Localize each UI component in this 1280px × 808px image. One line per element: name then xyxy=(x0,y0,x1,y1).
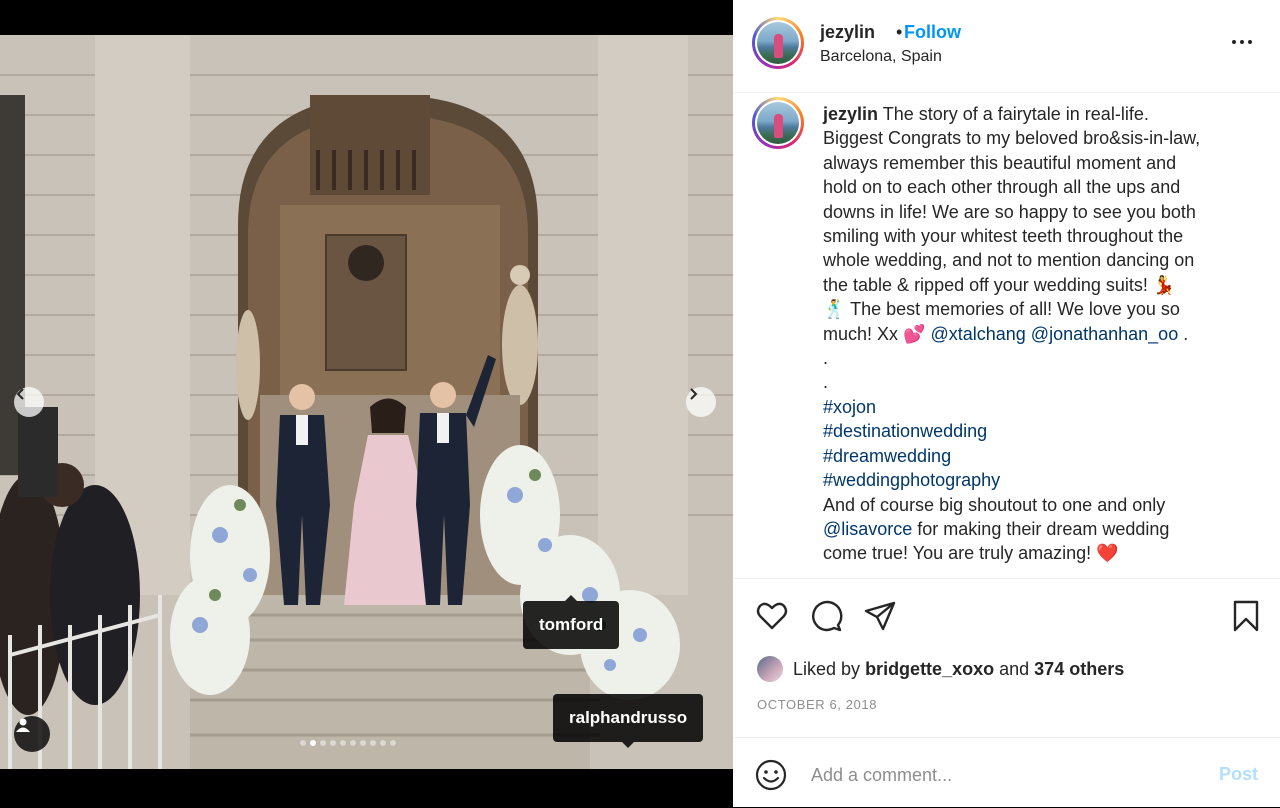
bookmark-icon[interactable] xyxy=(1229,599,1263,633)
carousel-dot xyxy=(370,740,376,746)
caption-text: downs in life! We are so happy to see yo… xyxy=(823,201,1196,222)
caption-text: come true! You are truly amazing! ❤️ xyxy=(823,543,1119,564)
caption-text: 🕺 The best memories of all! We love you … xyxy=(823,299,1180,320)
post-photo[interactable]: tomford ralphandrusso xyxy=(0,35,733,769)
carousel-dot xyxy=(340,740,346,746)
post-date: OCTOBER 6, 2018 xyxy=(757,697,878,712)
photo-tag-ralphandrusso[interactable]: ralphandrusso xyxy=(553,694,704,748)
likes-others-link[interactable]: 374 others xyxy=(1034,659,1124,680)
post-comment-button[interactable]: Post xyxy=(1219,764,1258,785)
carousel-dot xyxy=(330,740,336,746)
follow-button[interactable]: Follow xyxy=(904,22,961,43)
post-side-panel: jezylin • Follow Barcelona, Spain jezyli… xyxy=(733,0,1280,807)
header-separator: • xyxy=(896,22,903,42)
liker-avatar xyxy=(757,656,783,682)
chevron-right-icon xyxy=(690,388,698,400)
caption-text: much! Xx 💕 xyxy=(823,323,926,344)
post-header: jezylin • Follow Barcelona, Spain xyxy=(733,0,1280,93)
caption-text: Biggest Congrats to my beloved bro&sis-i… xyxy=(823,128,1201,149)
caption-dot: . xyxy=(823,372,829,393)
comment-bar: Post xyxy=(733,737,1280,808)
hashtag-link[interactable]: #destinationwedding xyxy=(823,421,987,441)
hashtag-link[interactable]: #weddingphotography xyxy=(823,470,1000,490)
caption-text: The story of a fairytale in real-life. xyxy=(882,104,1149,124)
media-panel: tomford ralphandrusso xyxy=(0,0,733,807)
caption-text: whole wedding, and not to mention dancin… xyxy=(823,250,1195,271)
more-horizontal-icon[interactable] xyxy=(1230,30,1254,54)
carousel-dots xyxy=(300,740,396,746)
mention-link[interactable]: @jonathanhan_oo xyxy=(1031,324,1178,344)
caption-text: smiling with your whitest teeth througho… xyxy=(823,226,1184,247)
caption-text: for making their dream wedding xyxy=(912,518,1170,539)
comment-icon[interactable] xyxy=(809,599,843,633)
action-bar xyxy=(733,578,1280,639)
caption-text: And of course big shoutout to one and on… xyxy=(823,494,1166,515)
likes-summary[interactable]: Liked by bridgette_xoxo and 374 others xyxy=(757,654,1124,684)
likes-and: and xyxy=(999,658,1030,679)
user-tags-button[interactable] xyxy=(14,716,50,752)
hashtag-link[interactable]: #xojon xyxy=(823,397,876,417)
carousel-dot xyxy=(350,740,356,746)
carousel-dot xyxy=(320,740,326,746)
author-username[interactable]: jezylin xyxy=(820,22,875,43)
carousel-dot xyxy=(360,740,366,746)
caption-text: always remember this beautiful moment an… xyxy=(823,152,1177,173)
post-location[interactable]: Barcelona, Spain xyxy=(820,48,942,66)
liker-username[interactable]: bridgette_xoxo xyxy=(865,659,994,680)
chevron-left-icon xyxy=(16,388,24,400)
photo-tag-tomford[interactable]: tomford xyxy=(523,595,620,649)
user-tag-icon xyxy=(16,718,30,732)
carousel-dot xyxy=(390,740,396,746)
post-caption: jezylin The story of a fairytale in real… xyxy=(823,102,1253,566)
heart-icon[interactable] xyxy=(755,599,789,633)
mention-link[interactable]: @lisavorce xyxy=(823,519,912,539)
caption-avatar[interactable] xyxy=(752,97,804,149)
share-icon[interactable] xyxy=(863,599,897,633)
hashtag-link[interactable]: #dreamwedding xyxy=(823,446,951,466)
caption-text: . xyxy=(1183,323,1189,344)
emoji-icon[interactable] xyxy=(755,759,787,791)
carousel-dot xyxy=(380,740,386,746)
carousel-next-button[interactable] xyxy=(686,387,716,417)
caption-username[interactable]: jezylin xyxy=(823,104,878,124)
comment-input[interactable] xyxy=(809,760,1193,790)
mention-link[interactable]: @xtalchang xyxy=(930,324,1025,344)
carousel-dot xyxy=(300,740,306,746)
author-avatar[interactable] xyxy=(752,17,804,69)
caption-text: hold on to each other through all the up… xyxy=(823,177,1181,198)
carousel-prev-button[interactable] xyxy=(14,387,44,417)
likes-prefix: Liked by xyxy=(793,658,861,679)
caption-dot: . xyxy=(823,348,829,369)
caption-text: the table & ripped off your wedding suit… xyxy=(823,274,1176,295)
carousel-dot-active xyxy=(310,740,316,746)
wedding-photo-illustration xyxy=(0,35,733,769)
